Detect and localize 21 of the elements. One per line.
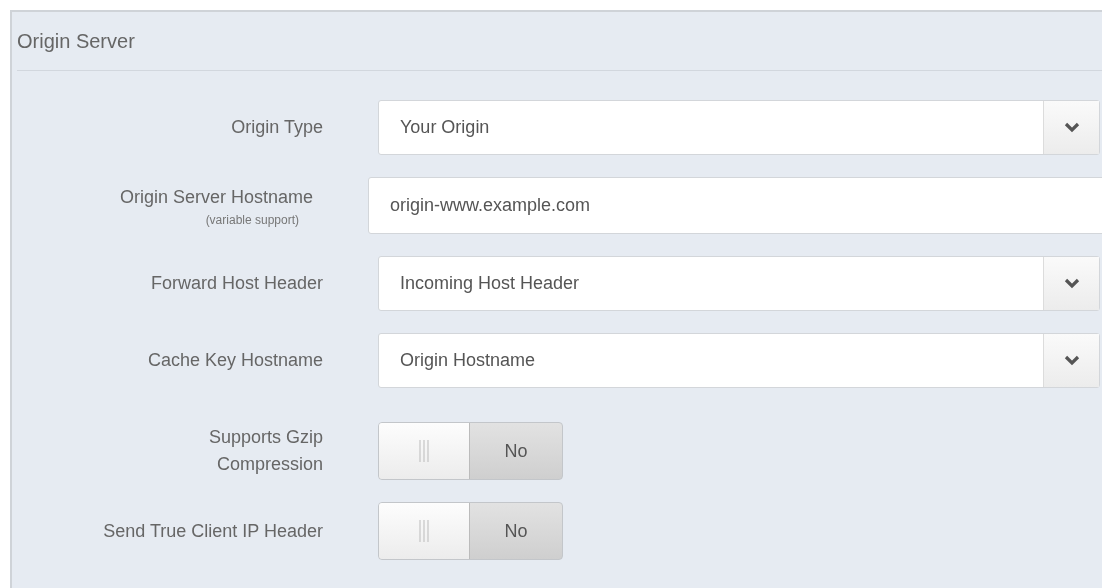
dropdown[interactable]: Origin Hostname: [378, 333, 1100, 388]
toggle-label: No: [503, 519, 529, 543]
dropdown[interactable]: Incoming Host Header: [378, 256, 1100, 311]
toggle-switch[interactable]: No: [378, 422, 563, 480]
field-label: Origin Server Hostname: [119, 186, 313, 209]
toggle-label: No: [503, 439, 529, 463]
chevron-down-icon: [1063, 355, 1080, 366]
text-field[interactable]: origin-www.example.com: [368, 177, 1102, 234]
grip-icon: [418, 440, 430, 462]
dropdown[interactable]: Your Origin: [378, 100, 1100, 155]
toggle-switch[interactable]: No: [378, 502, 563, 560]
field-label: Origin Type: [231, 116, 323, 139]
field-label: Supports Gzip Compression: [207, 426, 323, 476]
field-label: Send True Client IP Header: [103, 519, 323, 543]
panel-title: Origin Server: [17, 29, 135, 53]
field-label: Forward Host Header: [150, 272, 323, 295]
chevron-down-icon: [1063, 278, 1080, 289]
field-label: Cache Key Hostname: [147, 349, 323, 372]
field-hint: (variable support): [205, 213, 299, 227]
chevron-down-icon: [1063, 122, 1080, 133]
grip-icon: [418, 520, 430, 542]
